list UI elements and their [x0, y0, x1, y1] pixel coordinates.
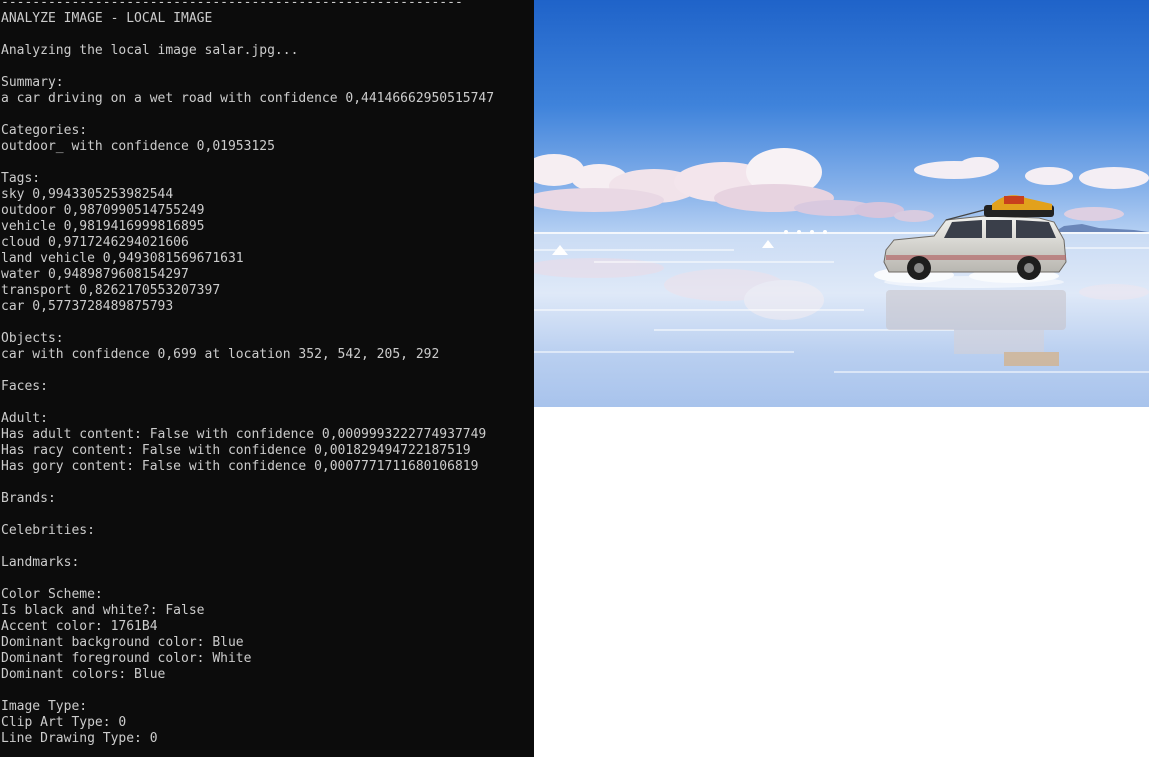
console-line: car with confidence 0,699 at location 35… — [1, 347, 440, 362]
console-line: Image Type: — [1, 699, 88, 714]
screen: ----------------------------------------… — [0, 0, 1149, 757]
console-line: Summary: — [1, 75, 64, 90]
console-line: ----------------------------------------… — [1, 0, 463, 10]
console-line: Accent color: 1761B4 — [1, 619, 158, 634]
console-line: Categories: — [1, 123, 88, 138]
console-line: Faces: — [1, 379, 48, 394]
console-line: Analyzing the local image salar.jpg... — [1, 43, 299, 58]
console-line: Tags: — [1, 171, 41, 186]
console-line: Dominant background color: Blue — [1, 635, 244, 650]
console-line: Celebrities: — [1, 523, 95, 538]
console-line: transport 0,8262170553207397 — [1, 283, 221, 298]
console-line: cloud 0,9717246294021606 — [1, 235, 189, 250]
console-line: ANALYZE IMAGE - LOCAL IMAGE — [1, 11, 213, 26]
console-line: Color Scheme: — [1, 587, 103, 602]
console-line: Brands: — [1, 491, 56, 506]
console-line: sky 0,9943305253982544 — [1, 187, 174, 202]
console-line: Objects: — [1, 331, 64, 346]
console-line: Has adult content: False with confidence… — [1, 427, 487, 442]
console-line: Landmarks: — [1, 555, 80, 570]
console-line: car 0,5773728489875793 — [1, 299, 174, 314]
console-line: vehicle 0,9819416999816895 — [1, 219, 205, 234]
console-line: Is black and white?: False — [1, 603, 205, 618]
console-window[interactable]: ----------------------------------------… — [0, 0, 534, 757]
console-line: Dominant foreground color: White — [1, 651, 252, 666]
salar-photo-drawing — [534, 0, 1149, 407]
console-line: outdoor 0,9870990514755249 — [1, 203, 205, 218]
console-line: Clip Art Type: 0 — [1, 715, 127, 730]
console-line: Has racy content: False with confidence … — [1, 443, 471, 458]
console-line: Has gory content: False with confidence … — [1, 459, 479, 474]
console-line: water 0,9489879608154297 — [1, 267, 189, 282]
console-line: Line Drawing Type: 0 — [1, 731, 158, 746]
console-line: a car driving on a wet road with confide… — [1, 91, 495, 106]
console-line: Dominant colors: Blue — [1, 667, 166, 682]
console-line: outdoor_ with confidence 0,01953125 — [1, 139, 275, 154]
salar-photo — [534, 0, 1149, 407]
console-line: land vehicle 0,9493081569671631 — [1, 251, 244, 266]
console-line: Adult: — [1, 411, 48, 426]
console-output: ----------------------------------------… — [1, 0, 534, 747]
